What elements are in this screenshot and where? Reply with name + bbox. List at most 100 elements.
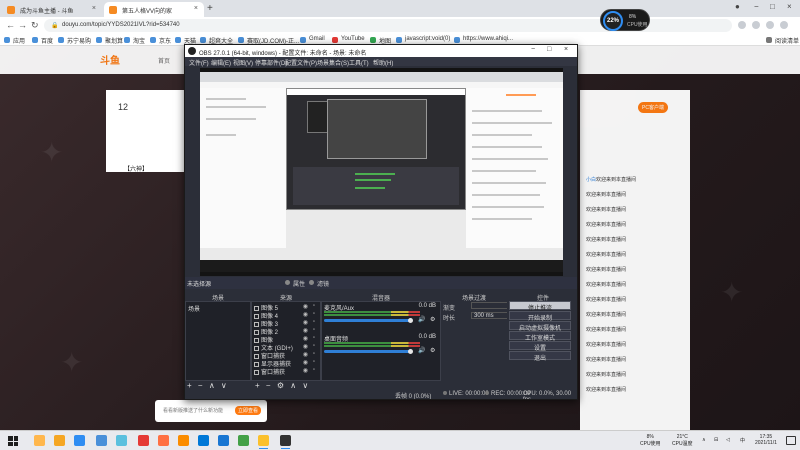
menu-profile[interactable]: 配置文件(P) (285, 58, 317, 67)
volume-slider-knob[interactable] (408, 349, 413, 354)
maximize-icon[interactable]: □ (547, 46, 551, 53)
speaker-icon[interactable]: 🔊 (418, 316, 425, 323)
network-icon[interactable]: ⊟ (714, 437, 718, 443)
bookmark-item[interactable]: https://www.ahiqi... (454, 36, 513, 43)
app-icon[interactable] (96, 435, 107, 446)
start-icon[interactable] (8, 436, 18, 446)
extension-icon[interactable] (752, 21, 760, 29)
menu-help[interactable]: 帮助(H) (373, 58, 393, 67)
minimize-icon[interactable]: − (531, 46, 535, 53)
bookmark-item[interactable]: javascript:void(0) (396, 36, 450, 43)
eye-icon[interactable]: ◉ (303, 319, 308, 326)
source-row[interactable]: 图像 5 ◉ ▫ (254, 303, 316, 312)
reading-list[interactable]: 阅读清单 (766, 36, 799, 45)
menu-icon[interactable] (780, 21, 788, 29)
obs-icon[interactable] (280, 435, 291, 449)
tray-cpu-temp[interactable]: 21°C CPU温度 (672, 434, 693, 447)
clock[interactable]: 17:35 2021/11/1 (755, 434, 777, 446)
speaker-icon[interactable]: 🔊 (418, 347, 425, 354)
menu-file[interactable]: 文件(F) (189, 58, 209, 67)
browser-tab-1[interactable]: 成为斗鱼主播 - 斗鱼 × (2, 2, 102, 17)
forward-icon[interactable]: → (18, 20, 27, 30)
chrome-icon[interactable] (258, 435, 269, 449)
menu-edit[interactable]: 编辑(E) (211, 58, 231, 67)
pc-client-button[interactable]: PC客户端 (638, 102, 668, 113)
app-icon[interactable] (218, 435, 229, 446)
update-banner[interactable]: 看看新版推送了什么新功能 立即查看 (155, 400, 267, 422)
banner-button[interactable]: 立即查看 (234, 406, 261, 415)
notification-icon[interactable] (786, 436, 796, 445)
close-icon[interactable]: × (194, 5, 198, 12)
bookmark-item[interactable]: 京东 (150, 36, 171, 45)
douyu-logo[interactable]: 斗鱼 (100, 52, 120, 67)
minimize-icon[interactable]: − (754, 2, 759, 11)
close-window-icon[interactable]: × (564, 46, 568, 53)
extension-icon[interactable] (766, 21, 774, 29)
eye-icon[interactable]: ◉ (303, 335, 308, 342)
lock-icon[interactable]: ▫ (313, 311, 315, 317)
app-icon[interactable] (116, 435, 127, 446)
source-row[interactable]: 图像 ◉ ▫ (254, 335, 316, 344)
file-explorer-icon[interactable] (34, 435, 45, 446)
bookmark-item[interactable]: 苏宁易购 (58, 36, 91, 45)
bookmark-item[interactable]: YouTube (332, 36, 365, 43)
gear-icon[interactable]: ⚙ (430, 316, 435, 323)
close-icon[interactable]: × (92, 5, 96, 12)
source-row[interactable]: 显示器捕获 ◉ ▫ (254, 359, 316, 368)
maximize-icon[interactable]: □ (770, 2, 775, 11)
lock-icon[interactable]: ▫ (313, 359, 315, 365)
bookmark-item[interactable]: 聚划算 (96, 36, 123, 45)
obs-preview[interactable] (200, 68, 563, 276)
gear-icon[interactable]: ⚙ (430, 347, 435, 354)
browser-tab-2[interactable]: 第五人格VV向的家 × (104, 2, 204, 17)
app-icon[interactable] (54, 435, 65, 446)
properties-tab[interactable]: 属性 (285, 279, 305, 288)
new-tab-icon[interactable]: + (207, 3, 213, 14)
chat-username[interactable]: 小白 (586, 177, 596, 183)
volume-icon[interactable]: ◁ (726, 437, 730, 443)
eye-icon[interactable]: ◉ (303, 343, 308, 350)
extension-icon[interactable] (738, 21, 746, 29)
bookmark-item[interactable]: 淘宝 (124, 36, 145, 45)
stop-streaming-button[interactable]: 停止推流 (509, 301, 571, 312)
lock-icon[interactable]: ▫ (313, 335, 315, 341)
profile-icon[interactable]: ● (735, 2, 740, 11)
app-icon[interactable] (158, 435, 169, 446)
virtual-camera-button[interactable]: 启动虚拟摄像机 (509, 321, 571, 332)
eye-icon[interactable]: ◉ (303, 351, 308, 358)
source-row[interactable]: 图像 4 ◉ ▫ (254, 311, 316, 320)
bookmark-item[interactable]: Gmail (300, 36, 325, 43)
app-icon[interactable] (74, 435, 85, 446)
filters-tab[interactable]: 滤镜 (309, 279, 329, 288)
app-icon[interactable] (178, 435, 189, 446)
ime-indicator[interactable]: 中 (740, 437, 745, 444)
lock-icon[interactable]: ▫ (313, 343, 315, 349)
eye-icon[interactable]: ◉ (303, 311, 308, 318)
eye-icon[interactable]: ◉ (303, 367, 308, 374)
studio-mode-button[interactable]: 工作室模式 (509, 331, 571, 342)
lock-icon[interactable]: ▫ (313, 351, 315, 357)
source-row[interactable]: 窗口捕获 ◉ ▫ (254, 367, 316, 376)
nav-home-link[interactable]: 首页 (158, 56, 170, 65)
tray-cpu-usage[interactable]: 8% CPU使用 (640, 434, 661, 447)
back-icon[interactable]: ← (6, 20, 15, 30)
lock-icon[interactable]: ▫ (313, 303, 315, 309)
app-icon[interactable] (138, 435, 149, 446)
cpu-monitor-widget[interactable]: 22% 8% CPU使用 (600, 9, 650, 31)
menu-view[interactable]: 视图(V) (233, 58, 253, 67)
menu-tools[interactable]: 工具(T) (349, 58, 369, 67)
source-row[interactable]: 窗口捕获 ◉ ▫ (254, 351, 316, 360)
menu-docks[interactable]: 停靠部件(D) (255, 58, 287, 67)
bookmark-item[interactable]: 百度 (32, 36, 53, 45)
eye-icon[interactable]: ◉ (303, 303, 308, 310)
reload-icon[interactable]: ↻ (31, 20, 39, 31)
exit-button[interactable]: 退出 (509, 351, 571, 362)
menu-scene-collection[interactable]: 场景集合(S) (317, 58, 349, 67)
lock-icon[interactable]: ▫ (313, 327, 315, 333)
lock-icon[interactable]: ▫ (313, 367, 315, 373)
close-window-icon[interactable]: × (787, 2, 792, 11)
start-recording-button[interactable]: 开始录制 (509, 311, 571, 322)
eye-icon[interactable]: ◉ (303, 327, 308, 334)
source-row[interactable]: 图像 3 ◉ ▫ (254, 319, 316, 328)
edge-icon[interactable] (198, 435, 209, 446)
